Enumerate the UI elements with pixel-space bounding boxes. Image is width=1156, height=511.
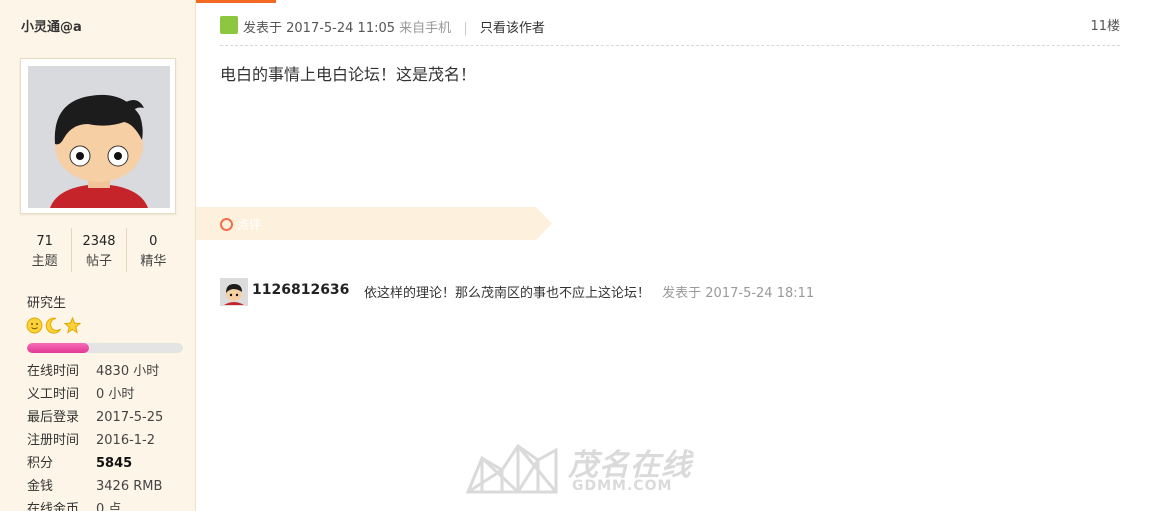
info-value: 0 点 xyxy=(96,502,122,511)
post-source: 来自手机 xyxy=(399,21,452,36)
online-status-icon xyxy=(220,16,238,34)
info-value: 5845 xyxy=(96,456,133,471)
comment-label: 点评 xyxy=(237,218,262,232)
info-key: 义工时间 xyxy=(27,387,80,402)
user-sidebar: 小灵通@a 71 主题 2348 帖子 0 精华 研究生 在线时间 4830 小… xyxy=(0,0,196,511)
star-icon xyxy=(64,317,81,334)
accent-bar xyxy=(196,0,276,3)
sun-icon xyxy=(26,317,43,334)
comment-username[interactable]: 1126812636 xyxy=(252,282,349,298)
info-row-money: 金钱 3426 RMB xyxy=(27,477,192,500)
user-info-list: 在线时间 4830 小时 义工时间 0 小时 最后登录 2017-5-25 注册… xyxy=(27,362,192,511)
stat-label: 精华 xyxy=(140,254,167,269)
info-key: 注册时间 xyxy=(27,433,80,448)
comment-avatar-image xyxy=(221,279,247,305)
rank-progress-fill xyxy=(27,343,90,353)
post-meta: 发表于 2017-5-24 11:05 来自手机 | 只看该作者 xyxy=(243,17,545,36)
info-key: 积分 xyxy=(27,456,54,471)
username[interactable]: 小灵通@a xyxy=(21,16,82,35)
watermark-logo-icon xyxy=(465,443,558,494)
stat-threads[interactable]: 71 主题 xyxy=(18,228,73,272)
moon-icon xyxy=(45,317,61,334)
stat-digest[interactable]: 0 精华 xyxy=(127,228,180,272)
info-key: 最后登录 xyxy=(27,410,80,425)
info-value: 3426 RMB xyxy=(96,479,163,494)
avatar[interactable] xyxy=(20,58,176,214)
watermark: 茂名在线 GDMM.COM xyxy=(462,436,694,500)
stat-value: 2348 xyxy=(82,234,116,249)
stat-posts[interactable]: 2348 帖子 xyxy=(72,228,127,272)
comment-text: 依这样的理论！那么茂南区的事也不应上这论坛！ 发表于 2017-5-24 18:… xyxy=(364,282,814,301)
info-key: 在线金币 xyxy=(27,502,80,511)
info-row-register-time: 注册时间 2016-1-2 xyxy=(27,431,192,454)
comment-time: 发表于 2017-5-24 18:11 xyxy=(662,286,815,301)
user-stats: 71 主题 2348 帖子 0 精华 xyxy=(18,228,180,272)
comment-item: 1126812636 依这样的理论！那么茂南区的事也不应上这论坛！ 发表于 20… xyxy=(220,278,920,306)
info-value: 4830 小时 xyxy=(96,364,160,379)
rank-progress-bar xyxy=(27,343,183,353)
info-row-coins: 在线金币 0 点 xyxy=(27,500,192,511)
info-value: 0 小时 xyxy=(96,387,135,402)
post-time: 发表于 2017-5-24 11:05 xyxy=(243,21,396,36)
avatar-image xyxy=(28,66,170,208)
comment-circle-icon xyxy=(220,218,233,231)
info-row-volunteer-time: 义工时间 0 小时 xyxy=(27,385,192,408)
info-key: 金钱 xyxy=(27,479,54,494)
post-header: 发表于 2017-5-24 11:05 来自手机 | 只看该作者 11楼 xyxy=(220,14,1120,46)
post-content: 电白的事情上电白论坛！这是茂名！ xyxy=(220,65,477,84)
comment-avatar[interactable] xyxy=(220,278,248,306)
info-value: 2017-5-25 xyxy=(96,410,164,425)
watermark-subtext: GDMM.COM xyxy=(572,478,673,494)
info-key: 在线时间 xyxy=(27,364,80,379)
info-row-online-time: 在线时间 4830 小时 xyxy=(27,362,192,385)
author-only-link[interactable]: 只看该作者 xyxy=(480,21,545,36)
meta-divider: | xyxy=(463,21,468,36)
floor-number[interactable]: 11楼 xyxy=(1090,15,1120,34)
info-value: 2016-1-2 xyxy=(96,433,156,448)
comment-body: 依这样的理论！那么茂南区的事也不应上这论坛！ xyxy=(364,286,651,301)
stat-label: 主题 xyxy=(31,254,58,269)
info-row-last-login: 最后登录 2017-5-25 xyxy=(27,408,192,431)
stat-value: 71 xyxy=(36,234,53,249)
rank-icons xyxy=(26,317,81,334)
stat-value: 0 xyxy=(149,234,158,249)
info-row-points: 积分 5845 xyxy=(27,454,192,477)
comment-section-header: 点评 xyxy=(196,207,552,240)
stat-label: 帖子 xyxy=(85,254,112,269)
user-rank[interactable]: 研究生 xyxy=(27,292,66,311)
